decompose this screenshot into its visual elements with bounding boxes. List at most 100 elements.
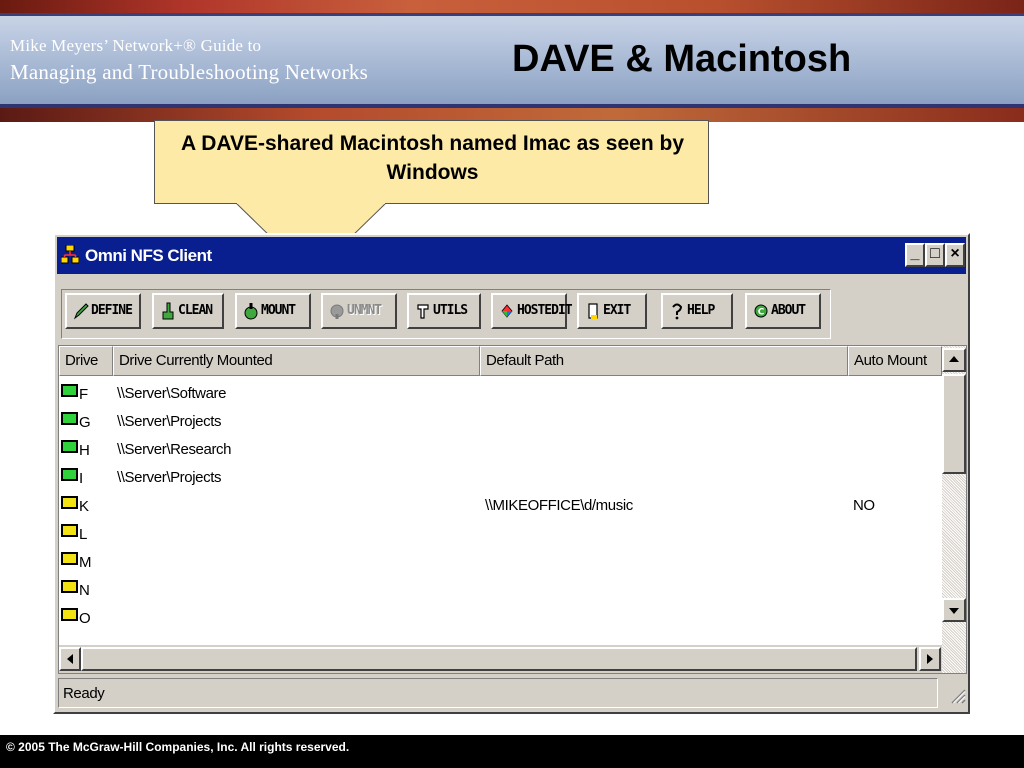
minimize-button[interactable]: _ [905,243,925,267]
drive-letter: N [79,582,90,599]
window-titlebar[interactable]: Omni NFS Client _ □ × [57,237,966,274]
define-label: Define [91,303,133,318]
arrow-left-icon [67,654,73,664]
broom-icon [162,302,174,320]
book-series-line2: Managing and Troubleshooting Networks [10,60,368,84]
clean-label: Clean [178,303,213,318]
drive-status-icon [61,580,78,593]
close-icon: × [950,245,960,262]
header-top-line [0,13,1024,16]
table-row[interactable]: K \\MIKEOFFICE\d/music NO [59,492,939,520]
scroll-left-button[interactable] [59,647,81,671]
about-label: About [771,303,806,318]
horizontal-scrollbar[interactable] [59,645,942,673]
slide-title: DAVE & Macintosh [512,38,852,80]
column-header-default-path[interactable]: Default Path [480,346,848,376]
table-row[interactable]: O [59,604,939,632]
maximize-button[interactable]: □ [925,243,945,267]
drive-letter: L [79,526,87,543]
drive-mounted-share: \\Server\Research [117,441,232,458]
status-panel: Ready [58,678,938,708]
column-header-auto-mount[interactable]: Auto Mount [848,346,942,376]
book-series-line1: Mike Meyers’ Network+® Guide to [10,36,262,55]
horizontal-scroll-thumb[interactable] [81,647,917,671]
drive-letter: M [79,554,92,571]
drive-mounted-share: \\Server\Projects [117,469,222,486]
slide-header: Mike Meyers’ Network+® Guide to Managing… [0,0,1024,122]
clean-button[interactable]: Clean [152,293,224,329]
about-button[interactable]: C About [745,293,821,329]
scroll-down-button[interactable] [942,598,966,622]
drive-status-icon [61,524,78,537]
minimize-icon: _ [910,245,920,262]
unmount-button[interactable]: Unmnt [321,293,397,329]
vertical-scroll-thumb[interactable] [942,374,966,474]
drive-letter: H [79,442,90,459]
arrow-right-icon [927,654,933,664]
hostedit-label: Hostedit [517,303,573,318]
table-row[interactable]: F \\Server\Software [59,380,939,408]
table-row[interactable]: N [59,576,939,604]
toolbar: Define Clean Mount Unmnt Utils Hostedit … [57,283,966,339]
unmount-icon [330,304,344,319]
about-icon: C [754,304,768,318]
header-top-stripe [0,0,1024,13]
define-button[interactable]: Define [65,293,141,329]
question-icon [672,303,683,320]
wrench-icon [417,304,429,319]
omni-nfs-client-window: Omni NFS Client _ □ × Define Clean Mount… [53,233,970,714]
table-row[interactable]: H \\Server\Research [59,436,939,464]
utils-button[interactable]: Utils [407,293,481,329]
exit-button[interactable]: Exit [577,293,647,329]
mount-button[interactable]: Mount [235,293,311,329]
arrow-down-icon [949,608,959,614]
table-row[interactable]: G \\Server\Projects [59,408,939,436]
column-header-drive[interactable]: Drive [59,346,113,376]
unmount-label: Unmnt [347,303,382,318]
status-bar: Ready [58,678,967,708]
table-row[interactable]: M [59,548,939,576]
mount-label: Mount [261,303,296,318]
app-network-icon [61,245,79,264]
exit-label: Exit [603,303,631,318]
help-label: Help [687,303,715,318]
slide-footer: © 2005 The McGraw-Hill Companies, Inc. A… [0,735,1024,768]
drive-status-icon [61,384,78,397]
drive-status-icon [61,552,78,565]
resize-grip-icon[interactable] [946,684,966,704]
drive-letter: I [79,470,83,487]
table-row[interactable]: L [59,520,939,548]
drive-letter: F [79,386,88,403]
hostedit-button[interactable]: Hostedit [491,293,573,329]
callout-text: A DAVE-shared Macintosh named Imac as se… [181,132,684,184]
drive-letter: O [79,610,91,627]
scroll-up-button[interactable] [942,348,966,372]
drive-auto-mount: NO [853,497,875,514]
utils-label: Utils [433,303,468,318]
maximize-icon: □ [930,245,940,262]
hosts-icon [501,304,513,318]
drive-status-icon [61,468,78,481]
drive-letter: G [79,414,91,431]
table-row[interactable]: I \\Server\Projects [59,464,939,492]
door-icon [588,303,598,319]
vertical-scrollbar[interactable] [942,346,966,673]
svg-text:C: C [758,308,765,318]
scroll-right-button[interactable] [919,647,941,671]
arrow-up-icon [949,356,959,362]
status-text: Ready [63,685,105,702]
drive-status-icon [61,440,78,453]
drive-list-view[interactable]: Drive Drive Currently Mounted Default Pa… [58,345,967,674]
drive-default-path: \\MIKEOFFICE\d/music [485,497,633,514]
mount-icon [244,303,258,320]
drive-mounted-share: \\Server\Software [117,385,227,402]
drive-status-icon [61,608,78,621]
callout-box: A DAVE-shared Macintosh named Imac as se… [154,120,709,204]
close-button[interactable]: × [945,243,965,267]
help-button[interactable]: Help [661,293,733,329]
drive-mounted-share: \\Server\Projects [117,413,222,430]
window-title: Omni NFS Client [85,246,212,265]
drive-status-icon [61,412,78,425]
column-header-mounted[interactable]: Drive Currently Mounted [113,346,480,376]
copyright-text: © 2005 The McGraw-Hill Companies, Inc. A… [6,740,350,754]
